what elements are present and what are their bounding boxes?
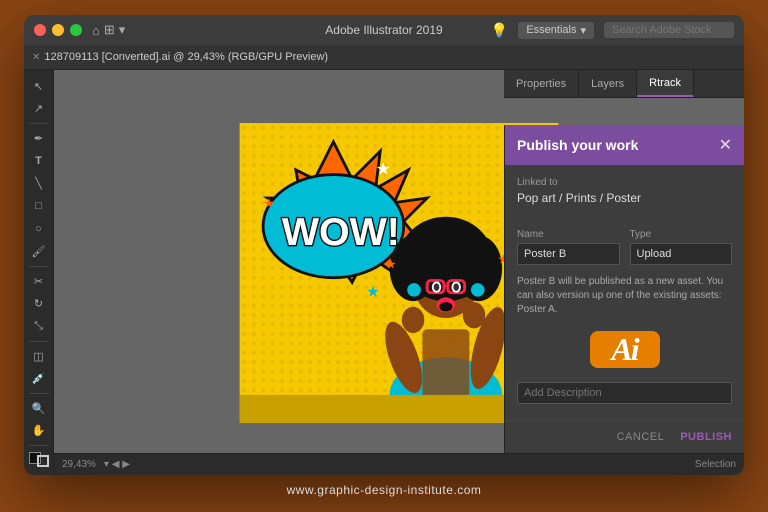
app-window: ⌂ ⊞ ▾ Adobe Illustrator 2019 💡 Essential… xyxy=(24,15,744,475)
description-input[interactable] xyxy=(517,382,732,404)
hand-tool[interactable]: ✋ xyxy=(28,421,50,442)
gradient-tool[interactable]: ◫ xyxy=(28,346,50,367)
title-bar-right: 💡 Essentials ▾ xyxy=(491,22,734,39)
tab-properties[interactable]: Properties xyxy=(504,70,579,97)
svg-text:WOW!: WOW! xyxy=(282,209,400,253)
main-content: ↖ ↗ ✒ T ╲ □ ○ 🖌 ✂ ↻ ⤡ ◫ 💉 🔍 ✋ xyxy=(24,70,744,475)
tab-close-icon[interactable]: ✕ xyxy=(32,52,40,63)
home-icon[interactable]: ⌂ xyxy=(92,23,100,38)
traffic-lights xyxy=(34,24,82,36)
svg-text:★: ★ xyxy=(385,256,397,271)
scale-tool[interactable]: ⤡ xyxy=(28,316,50,337)
publish-body: Linked to Pop art / Prints / Poster Name… xyxy=(505,165,744,420)
name-type-row: Name Type Upload xyxy=(517,229,732,265)
zoom-tool[interactable]: 🔍 xyxy=(28,398,50,419)
name-label: Name xyxy=(517,229,620,240)
publish-close-button[interactable]: ✕ xyxy=(719,135,732,155)
app-title: Adobe Illustrator 2019 xyxy=(325,23,442,37)
publish-actions: CANCEL PUBLISH xyxy=(505,420,744,453)
zoom-level: 29,43% xyxy=(62,459,96,470)
brush-tool[interactable]: 🖌 xyxy=(28,241,50,262)
chevron-down-icon[interactable]: ▾ xyxy=(119,22,126,38)
type-tool[interactable]: T xyxy=(28,151,50,172)
selection-mode: Selection xyxy=(695,459,736,470)
type-select[interactable]: Upload xyxy=(630,243,733,265)
stroke-swatch[interactable] xyxy=(37,455,49,467)
ai-logo-text: Ai xyxy=(611,331,637,368)
minimize-button[interactable] xyxy=(52,24,64,36)
description-field xyxy=(517,382,732,404)
tab-bar: ✕ 128709113 [Converted].ai @ 29,43% (RGB… xyxy=(24,45,744,70)
essentials-chevron: ▾ xyxy=(580,24,586,37)
svg-text:★: ★ xyxy=(366,283,379,300)
tab-layers[interactable]: Layers xyxy=(579,70,637,97)
ai-logo: Ai xyxy=(590,331,660,368)
name-input[interactable] xyxy=(517,243,620,265)
search-input[interactable] xyxy=(604,22,734,38)
select-tool[interactable]: ↖ xyxy=(28,76,50,97)
toolbar-separator-5 xyxy=(29,445,49,446)
status-bar: 29,43% ▾ ◀ ▶ Selection xyxy=(54,453,744,475)
left-toolbar: ↖ ↗ ✒ T ╲ □ ○ 🖌 ✂ ↻ ⤡ ◫ 💉 🔍 ✋ xyxy=(24,70,54,475)
toolbar-separator-2 xyxy=(29,266,49,267)
linked-to-value: Pop art / Prints / Poster xyxy=(517,191,732,205)
scissors-tool[interactable]: ✂ xyxy=(28,271,50,292)
publish-panel: Publish your work ✕ Linked to Pop art / … xyxy=(504,125,744,453)
direct-select-tool[interactable]: ↗ xyxy=(28,99,50,120)
toolbar-separator-3 xyxy=(29,341,49,342)
tab-rtrack[interactable]: Rtrack xyxy=(637,70,694,97)
toolbar-separator-1 xyxy=(29,123,49,124)
pen-tool[interactable]: ✒ xyxy=(28,128,50,149)
title-bar: ⌂ ⊞ ▾ Adobe Illustrator 2019 💡 Essential… xyxy=(24,15,744,45)
svg-text:★: ★ xyxy=(376,301,386,313)
eyedropper-tool[interactable]: 💉 xyxy=(28,368,50,389)
type-field-group: Type Upload xyxy=(630,229,733,265)
website-footer: www.graphic-design-institute.com xyxy=(287,483,482,497)
info-text: Poster B will be published as a new asse… xyxy=(517,275,732,317)
toolbar-separator-4 xyxy=(29,393,49,394)
publish-button[interactable]: PUBLISH xyxy=(680,431,732,443)
essentials-label: Essentials xyxy=(526,24,576,36)
nav-buttons: ⌂ ⊞ ▾ xyxy=(92,22,125,38)
ellipse-tool[interactable]: ○ xyxy=(28,219,50,240)
panel-tabs: Properties Layers Rtrack xyxy=(504,70,744,98)
linked-to-field: Linked to Pop art / Prints / Poster xyxy=(517,177,732,205)
essentials-button[interactable]: Essentials ▾ xyxy=(518,22,594,39)
cancel-button[interactable]: CANCEL xyxy=(617,431,665,443)
linked-to-label: Linked to xyxy=(517,177,732,188)
type-label: Type xyxy=(630,229,733,240)
publish-title: Publish your work xyxy=(517,137,638,153)
svg-text:★: ★ xyxy=(263,195,275,210)
close-button[interactable] xyxy=(34,24,46,36)
status-separator: ▾ ◀ ▶ xyxy=(104,459,130,470)
line-tool[interactable]: ╲ xyxy=(28,173,50,194)
rotate-tool[interactable]: ↻ xyxy=(28,294,50,315)
svg-text:★: ★ xyxy=(376,159,391,178)
bulb-icon[interactable]: 💡 xyxy=(491,22,508,39)
grid-icon[interactable]: ⊞ xyxy=(104,22,115,38)
publish-header: Publish your work ✕ xyxy=(505,125,744,165)
name-field-group: Name xyxy=(517,229,620,265)
panel-tabs-container: Properties Layers Rtrack xyxy=(504,70,744,98)
tab-label: 128709113 [Converted].ai @ 29,43% (RGB/G… xyxy=(44,51,328,63)
maximize-button[interactable] xyxy=(70,24,82,36)
rect-tool[interactable]: □ xyxy=(28,196,50,217)
